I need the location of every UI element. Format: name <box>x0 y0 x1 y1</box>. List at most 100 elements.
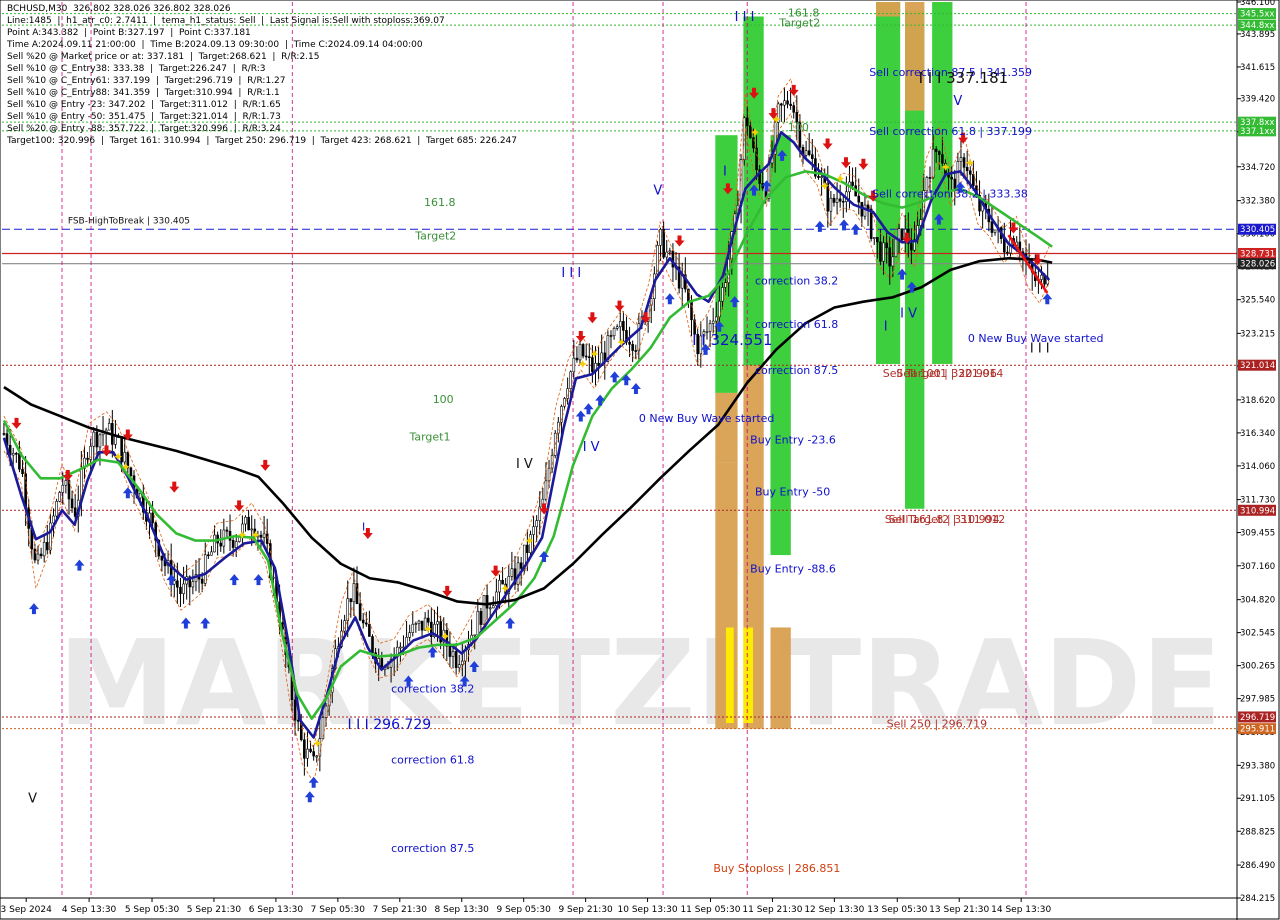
chart-annotation: Sell 100 | 320.996 <box>896 367 997 380</box>
candle-body <box>532 526 535 535</box>
signal-zone <box>725 627 734 724</box>
candle <box>780 102 783 122</box>
candle <box>58 490 61 503</box>
y-tick-label: 293.380 <box>1240 761 1275 771</box>
candle-body <box>879 241 882 262</box>
candle <box>615 324 619 331</box>
chart-annotation: V <box>953 94 962 109</box>
sell-arrow-icon <box>822 138 833 150</box>
price-badge: 345.5xx <box>1238 8 1276 20</box>
candle-body <box>888 247 892 267</box>
chart-annotation: Sell 250 | 296.719 <box>887 717 988 730</box>
candle <box>832 193 836 207</box>
candle-body <box>86 457 89 460</box>
candle-body <box>179 586 182 594</box>
x-tick-label: 5 Sep 05:30 <box>125 905 180 915</box>
candle-body <box>436 621 439 625</box>
candle <box>783 87 786 123</box>
info-line: BCHUSD,M30 326.802 328.026 326.802 328.0… <box>7 4 231 14</box>
wave-star-icon <box>590 349 599 358</box>
candle-body <box>58 492 61 502</box>
chart-annotation: correction 61.8 <box>755 318 838 331</box>
buy-arrow-icon <box>1042 293 1053 305</box>
price-badge-label: 328.731 <box>1240 249 1275 259</box>
candle-body <box>894 238 898 258</box>
sell-arrow-icon <box>101 445 112 457</box>
candle-body <box>207 554 210 557</box>
info-line: Line:1485 | h1_atr_c0: 2.7411 | tema_h1_… <box>7 16 445 26</box>
candle-body <box>476 611 480 636</box>
candle-body <box>891 256 895 267</box>
candle-body <box>408 632 411 638</box>
price-badge-label: 328.026 <box>1240 260 1275 270</box>
candle-body <box>609 335 613 337</box>
candle-body <box>804 150 808 156</box>
candle <box>210 545 213 556</box>
candle-body <box>544 480 548 500</box>
candle <box>841 196 845 218</box>
candle <box>24 456 27 527</box>
chart-annotation: 100 <box>788 121 809 134</box>
candle-body <box>182 583 185 594</box>
candle <box>591 345 594 383</box>
candle <box>107 418 111 431</box>
candle-body <box>526 544 529 553</box>
candle-body <box>309 748 312 752</box>
y-tick-label: 307.160 <box>1240 562 1275 572</box>
candle <box>160 555 164 572</box>
chart-annotation: Buy Stoploss | 286.851 <box>713 862 840 875</box>
candle <box>36 545 40 565</box>
candle-body <box>690 301 693 321</box>
candle-body <box>454 651 458 668</box>
candle-body <box>365 622 368 625</box>
buy-arrow-icon <box>583 403 594 415</box>
candle-body <box>928 177 932 179</box>
candle-body <box>39 553 43 557</box>
candle-body <box>473 634 477 637</box>
price-badge: 344.8xx <box>1238 19 1276 31</box>
candle <box>185 564 188 600</box>
candle <box>169 543 173 597</box>
candle-body <box>95 431 99 448</box>
candle <box>241 515 244 548</box>
candle-body <box>426 617 430 623</box>
candle-body <box>959 157 963 162</box>
candle-body <box>259 534 263 538</box>
candle <box>513 556 517 590</box>
x-tick-label: 12 Sep 13:30 <box>804 905 864 915</box>
candle-body <box>451 651 455 657</box>
candle <box>45 524 49 555</box>
x-tick-label: 13 Sep 21:30 <box>929 905 989 915</box>
candle-body <box>972 174 975 187</box>
candle-body <box>1006 251 1009 254</box>
candle-body <box>584 355 588 358</box>
candle-body <box>662 229 665 258</box>
chart-annotation: Target2 <box>778 17 820 30</box>
x-tick-label: 8 Sep 13:30 <box>435 905 490 915</box>
candle-body <box>591 357 594 373</box>
candle-body <box>479 611 483 625</box>
candle-body <box>714 316 718 322</box>
candle-body <box>934 148 938 152</box>
candle-body <box>869 208 873 239</box>
candle-body <box>52 515 55 524</box>
candle-body <box>941 154 944 164</box>
candle-body <box>491 605 495 609</box>
candle-body <box>857 195 861 203</box>
candle-body <box>569 371 573 389</box>
candle-body <box>312 751 315 757</box>
candle <box>680 262 684 307</box>
candle <box>228 514 232 552</box>
info-line: Sell %10 @ C_Entry88: 341.359 | Target:3… <box>7 88 280 98</box>
candle-body <box>386 666 390 669</box>
x-tick-label: 11 Sep 21:30 <box>742 905 802 915</box>
signal-zone <box>743 627 754 724</box>
y-tick-label: 332.380 <box>1240 197 1275 207</box>
candle <box>213 525 216 553</box>
candle-body <box>414 623 418 625</box>
candle-body <box>349 598 353 603</box>
chart-annotation: 0 New Buy Wave started <box>639 412 775 425</box>
candle-body <box>615 326 619 329</box>
x-tick-label: 4 Sep 13:30 <box>62 905 117 915</box>
candle-body <box>234 541 238 548</box>
